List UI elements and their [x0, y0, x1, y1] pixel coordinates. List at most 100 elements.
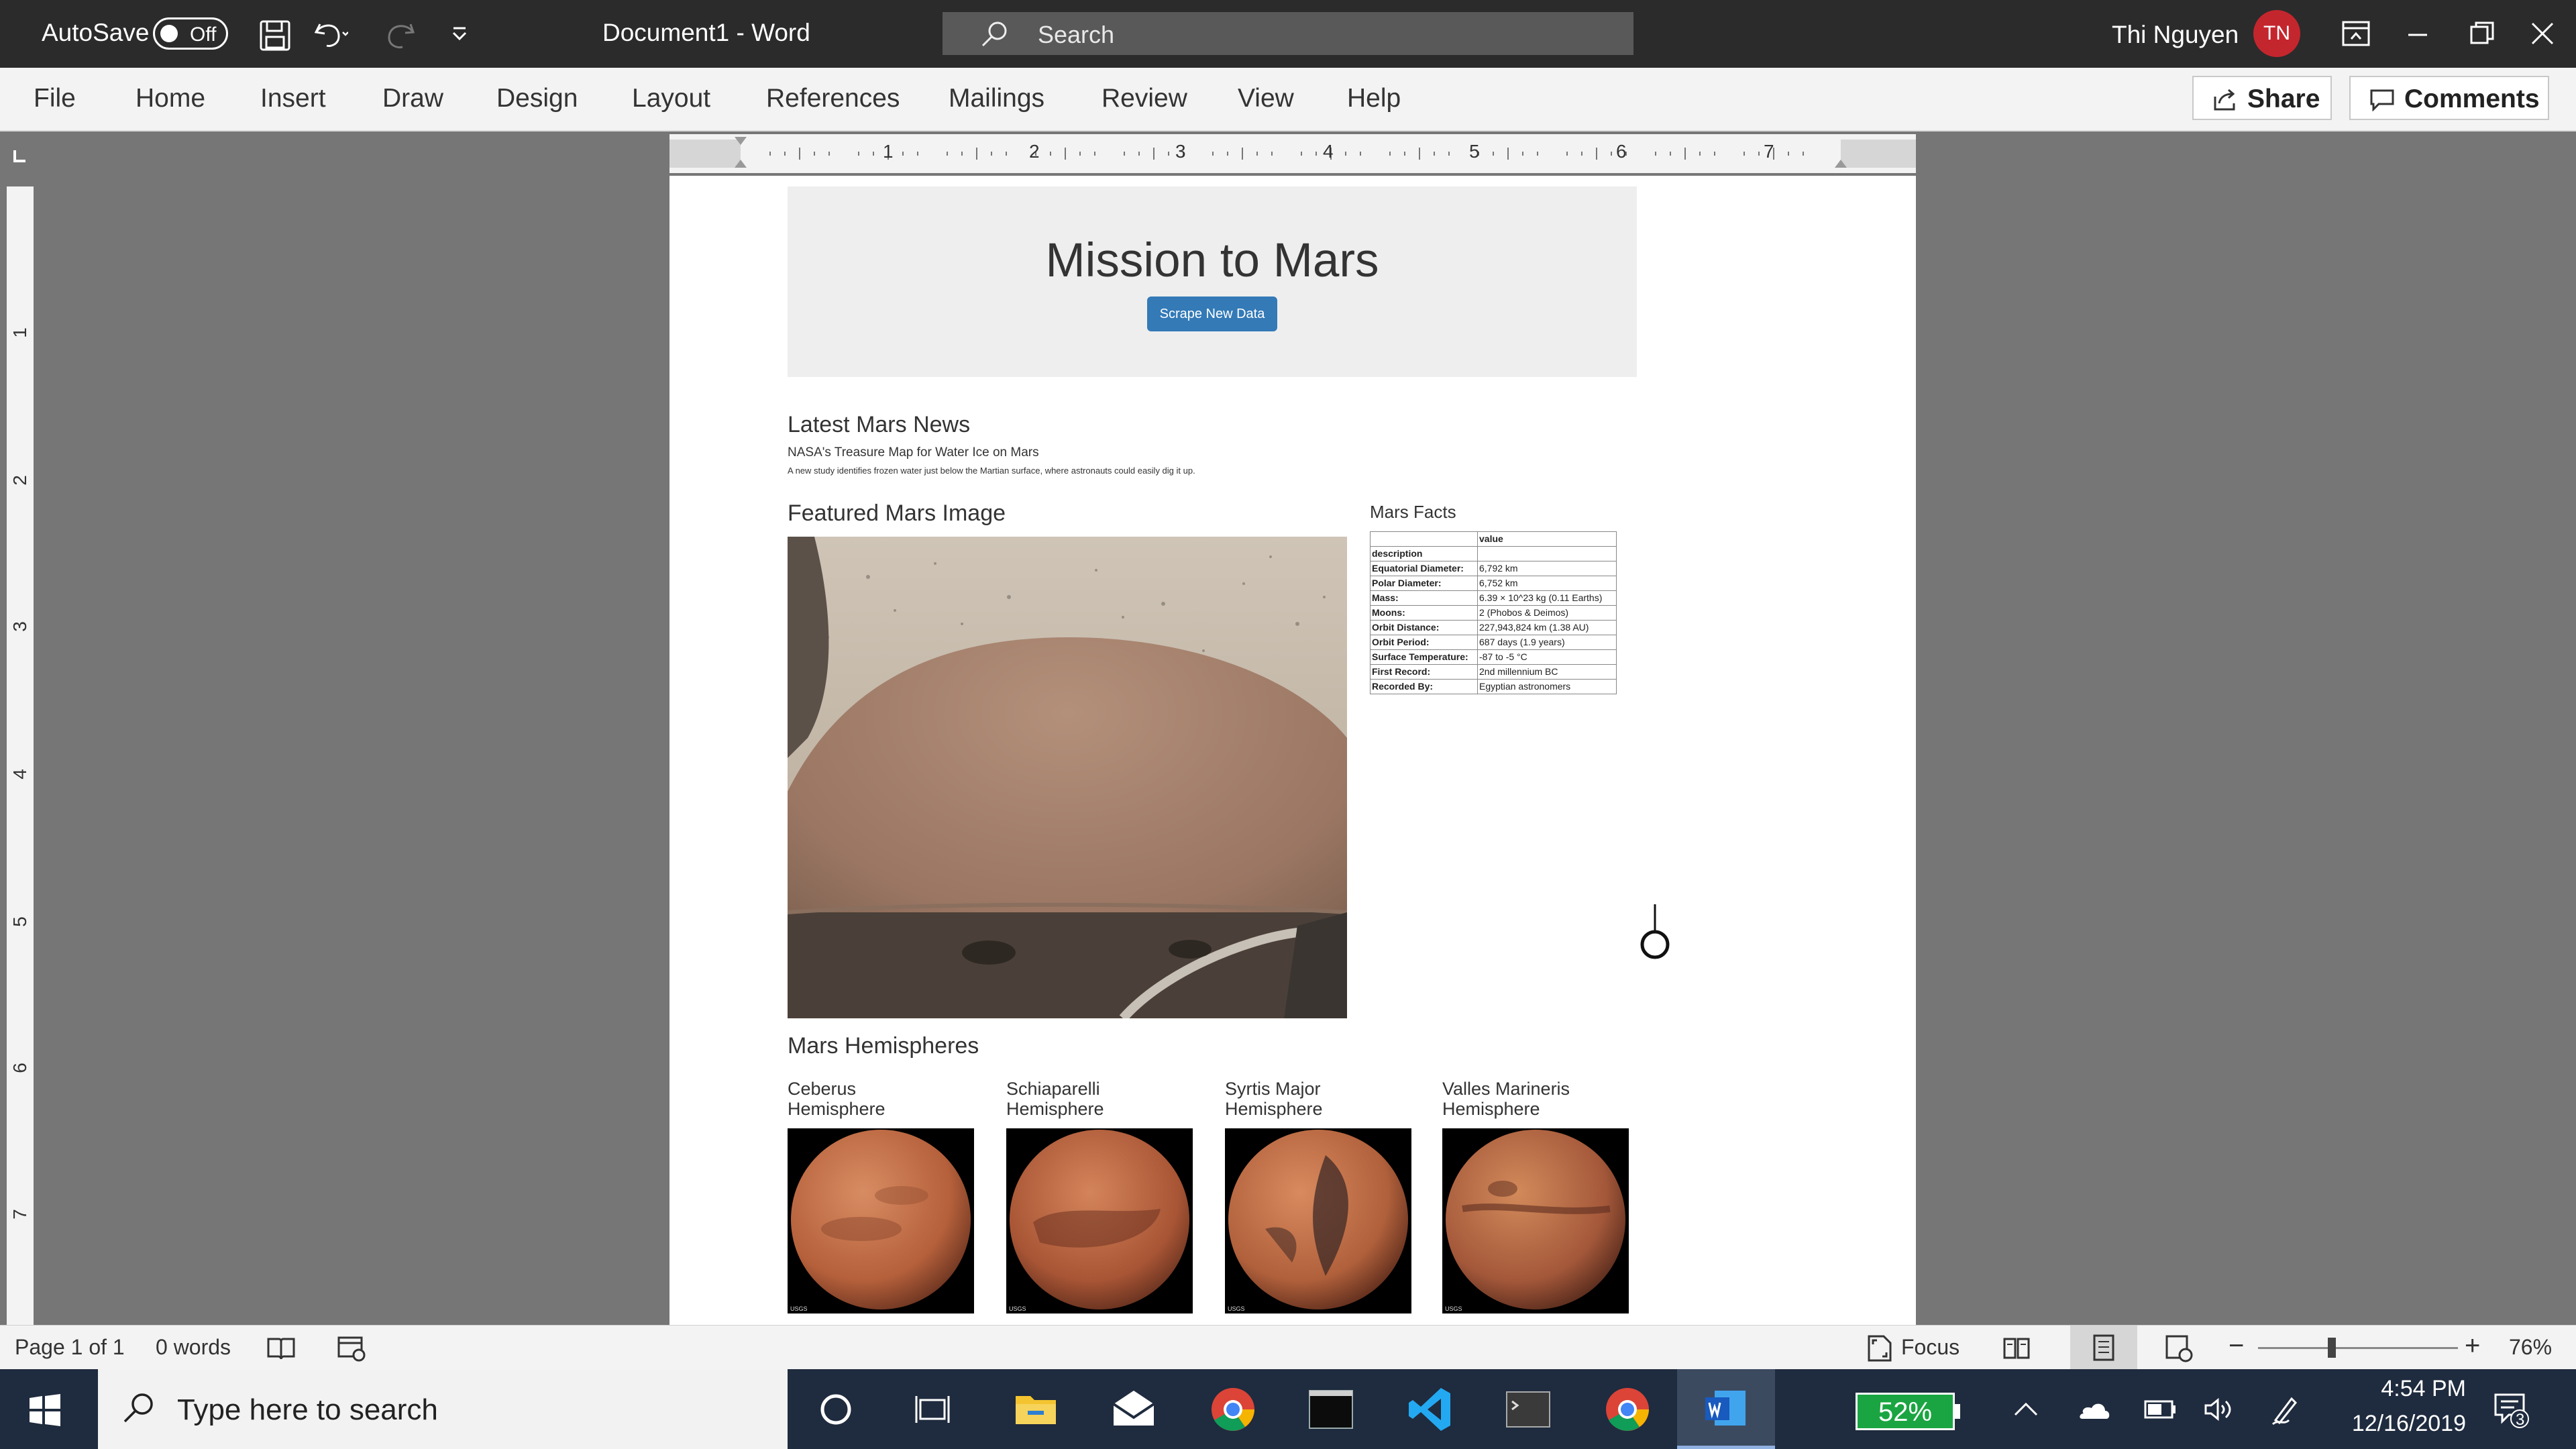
table-row: Equatorial Diameter: 6,792 km [1370, 561, 1617, 576]
word-taskbar-button[interactable] [1677, 1369, 1775, 1449]
ribbon-tabs: File Home Insert Draw Design Layout Refe… [0, 68, 2576, 131]
tab-draw[interactable]: Draw [382, 84, 443, 113]
news-title: NASA's Treasure Map for Water Ice on Mar… [788, 445, 1039, 460]
hemisphere-image[interactable]: USGS [1225, 1128, 1411, 1313]
close-icon[interactable] [2529, 20, 2556, 47]
redo-icon[interactable] [382, 17, 417, 52]
taskbar-date[interactable]: 12/16/2019 [2352, 1411, 2466, 1437]
tab-help[interactable]: Help [1347, 84, 1401, 113]
tab-review[interactable]: Review [1102, 84, 1187, 113]
fact-key: Recorded By: [1370, 679, 1478, 694]
chrome-icon[interactable] [1602, 1384, 1653, 1435]
usgs-logo: USGS [1009, 1305, 1026, 1312]
hemisphere-title: Ceberus Hemisphere [788, 1079, 969, 1119]
hemisphere-image[interactable]: USGS [1006, 1128, 1193, 1313]
usgs-logo: USGS [1445, 1305, 1462, 1312]
task-view-icon[interactable] [907, 1384, 958, 1435]
ribbon-display-options-icon[interactable] [2341, 20, 2371, 47]
tab-mailings[interactable]: Mailings [949, 84, 1044, 113]
ruler-number: 2 [1029, 141, 1040, 162]
read-mode-icon[interactable] [2002, 1335, 2031, 1362]
tab-view[interactable]: View [1238, 84, 1294, 113]
share-button[interactable]: Share [2192, 76, 2332, 120]
proofing-icon[interactable] [266, 1335, 297, 1362]
action-center-icon[interactable] [2493, 1391, 2530, 1428]
ruler-number: 1 [9, 327, 30, 338]
mars-surface-image [788, 537, 1347, 1018]
fact-value: 6.39 × 10^23 kg (0.11 Earths) [1477, 590, 1617, 606]
ruler-number: 1 [883, 141, 894, 162]
document-page[interactable]: Mission to Mars Scrape New Data Latest M… [669, 176, 1916, 1325]
terminal-icon[interactable] [1305, 1384, 1356, 1435]
fact-key: First Record: [1370, 664, 1478, 680]
tab-selector[interactable] [9, 146, 30, 166]
tab-layout[interactable]: Layout [632, 84, 710, 113]
hemisphere-title: Valles Marineris Hemisphere [1442, 1079, 1623, 1119]
command-prompt-icon[interactable] [1503, 1384, 1554, 1435]
user-name[interactable]: Thi Nguyen [2112, 21, 2239, 49]
web-layout-icon[interactable] [2164, 1334, 2194, 1363]
table-index-label: description [1370, 546, 1478, 561]
battery-indicator[interactable]: 52% [1856, 1393, 1955, 1430]
zoom-level[interactable]: 76% [2509, 1335, 2552, 1360]
cortana-icon[interactable] [810, 1384, 861, 1435]
minimize-icon[interactable] [2406, 23, 2430, 47]
scrape-button[interactable]: Scrape New Data [1147, 297, 1277, 331]
tab-file[interactable]: File [34, 84, 76, 113]
zoom-in-button[interactable]: + [2465, 1331, 2480, 1361]
share-icon [2214, 89, 2235, 111]
pen-workspace-icon[interactable] [2269, 1393, 2302, 1427]
save-icon[interactable] [258, 19, 292, 52]
volume-icon[interactable] [2203, 1396, 2237, 1423]
avatar[interactable]: TN [2253, 10, 2300, 57]
fact-value: 6,752 km [1477, 576, 1617, 591]
taskbar-search-input[interactable]: Type here to search [98, 1369, 788, 1449]
undo-icon[interactable] [312, 17, 348, 51]
table-cell [1477, 546, 1617, 561]
ruler-number: 3 [1175, 141, 1186, 162]
page-indicator[interactable]: Page 1 of 1 [15, 1335, 125, 1360]
hemisphere-title: Schiaparelli Hemisphere [1006, 1079, 1187, 1119]
taskbar-time[interactable]: 4:54 PM [2381, 1376, 2466, 1402]
customize-toolbar-icon[interactable] [449, 24, 470, 44]
print-layout-button[interactable] [2070, 1326, 2137, 1370]
tab-references[interactable]: References [766, 84, 900, 113]
fact-key: Orbit Period: [1370, 635, 1478, 650]
comments-button[interactable]: Comments [2349, 76, 2549, 120]
hemisphere-title: Syrtis Major Hemisphere [1225, 1079, 1406, 1119]
horizontal-ruler[interactable]: 1 2 3 4 5 6 7 [669, 134, 1916, 173]
restore-icon[interactable] [2469, 20, 2496, 47]
document-title: Document1 - Word [602, 19, 810, 46]
autosave-toggle[interactable]: Off [153, 17, 228, 50]
word-count[interactable]: 0 words [156, 1335, 231, 1360]
mail-icon[interactable] [1108, 1384, 1159, 1435]
tab-insert[interactable]: Insert [260, 84, 326, 113]
vertical-ruler-strip [7, 186, 34, 1325]
zoom-slider[interactable] [2258, 1338, 2458, 1358]
battery-icon[interactable] [2144, 1397, 2178, 1421]
tab-design[interactable]: Design [496, 84, 578, 113]
file-explorer-icon[interactable] [1010, 1384, 1061, 1435]
chrome-icon[interactable] [1208, 1384, 1258, 1435]
zoom-slider-thumb[interactable] [2328, 1338, 2336, 1358]
search-input[interactable]: Search [943, 12, 1633, 55]
hemisphere-name: Valles Marineris [1442, 1079, 1570, 1099]
hemispheres-heading: Mars Hemispheres [788, 1033, 979, 1059]
tab-home[interactable]: Home [136, 84, 205, 113]
onedrive-icon[interactable] [2076, 1396, 2112, 1423]
hemisphere-name: Ceberus [788, 1079, 857, 1099]
hemisphere-image[interactable]: USGS [788, 1128, 974, 1313]
ruler-number: 2 [9, 475, 30, 486]
chevron-up-icon[interactable] [2011, 1396, 2041, 1423]
fact-key: Orbit Distance: [1370, 620, 1478, 635]
zoom-out-button[interactable]: − [2229, 1331, 2244, 1361]
focus-icon[interactable] [1865, 1334, 1894, 1363]
vertical-ruler[interactable]: 1 2 3 4 5 6 7 [0, 181, 40, 1325]
focus-label[interactable]: Focus [1901, 1335, 1960, 1360]
hemisphere-image[interactable]: USGS [1442, 1128, 1629, 1313]
table-row: Orbit Period: 687 days (1.9 years) [1370, 635, 1617, 650]
windows-start-icon[interactable] [28, 1393, 62, 1427]
accessibility-icon[interactable] [337, 1335, 368, 1362]
ruler-number: 7 [1764, 141, 1774, 162]
vscode-icon[interactable] [1406, 1384, 1457, 1435]
